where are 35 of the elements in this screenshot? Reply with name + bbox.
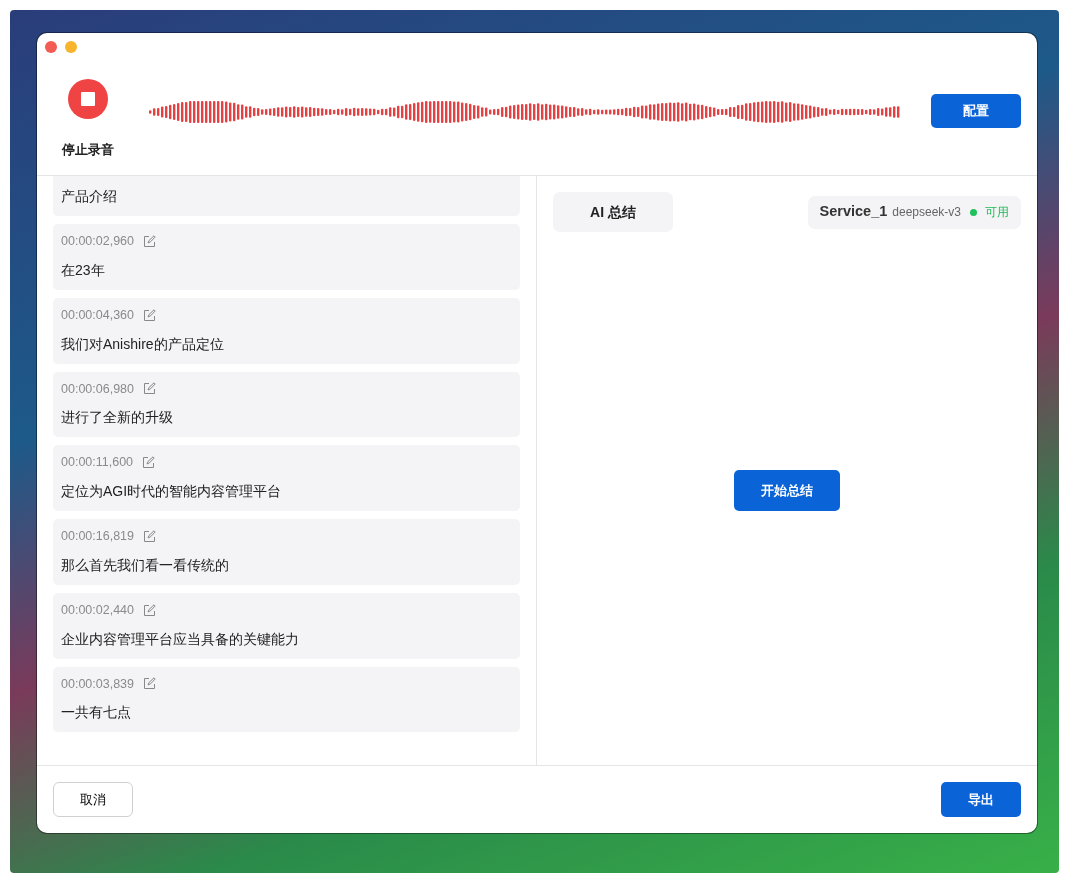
cancel-button[interactable]: 取消 — [53, 782, 133, 817]
config-button[interactable]: 配置 — [931, 94, 1021, 128]
transcript-text: 一共有七点 — [61, 703, 132, 723]
transcript-text: 那么首先我们看一看传统的 — [61, 555, 230, 575]
edit-icon[interactable] — [143, 677, 156, 691]
edit-icon[interactable] — [143, 529, 156, 543]
edit-icon[interactable] — [143, 308, 156, 322]
timestamp: 00:00:06,980 — [61, 380, 134, 398]
edit-icon[interactable] — [143, 382, 156, 396]
timestamp: 00:00:03,839 — [61, 675, 134, 693]
edit-icon[interactable] — [142, 456, 156, 470]
edit-icon[interactable] — [143, 603, 156, 617]
timestamp: 00:00:02,440 — [61, 601, 134, 619]
stop-record-button[interactable] — [68, 79, 108, 119]
transcript-text: 我们对Anishire的产品定位 — [61, 334, 225, 354]
start-summary-button[interactable]: 开始总结 — [734, 470, 840, 511]
transcript-text: 企业内容管理平台应当具备的关键能力 — [61, 629, 300, 649]
export-button[interactable]: 导出 — [941, 782, 1021, 817]
timestamp: 00:00:16,819 — [61, 528, 134, 545]
timestamp: 00:00:04,360 — [61, 306, 134, 324]
transcript-text: 定位为AGI时代的智能内容管理平台 — [61, 482, 283, 501]
transcript-text: 在23年 — [61, 260, 106, 280]
timestamp: 00:00:11,600 — [61, 454, 134, 472]
close-button[interactable] — [45, 41, 57, 53]
transcript-text: 进行了全新的升级 — [61, 408, 174, 428]
model-name: deepseek-v3 — [892, 204, 961, 221]
transcript-text: 产品介绍 — [61, 187, 118, 206]
window-control-button[interactable] — [65, 41, 77, 53]
stop-icon — [81, 92, 95, 106]
status-text: 可用 — [985, 204, 1009, 221]
timestamp: 00:00:02,960 — [61, 233, 134, 250]
edit-icon[interactable] — [143, 234, 156, 248]
stop-record-label: 停止录音 — [62, 141, 114, 159]
ai-summary-tab[interactable]: AI 总结 — [553, 192, 673, 232]
service-name: Service_1 — [819, 202, 888, 222]
